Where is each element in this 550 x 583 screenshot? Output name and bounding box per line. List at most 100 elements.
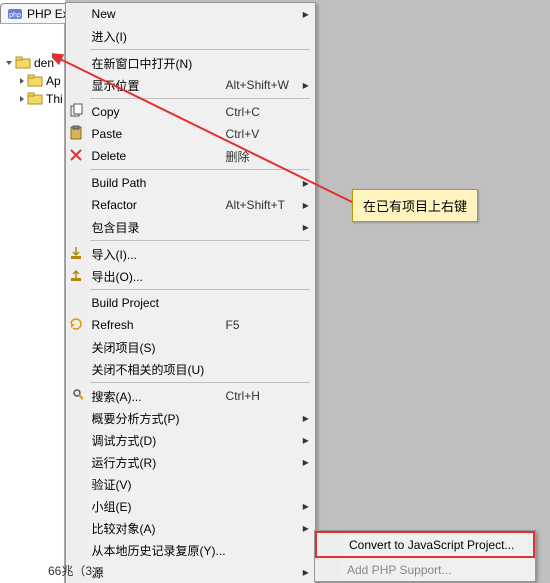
menu-item[interactable]: 小组(E) ▸ — [67, 495, 314, 517]
context-menu: New▸进入(I)在新窗口中打开(N)显示位置Alt+Shift+W▸CopyC… — [65, 2, 316, 583]
menu-item[interactable]: 在新窗口中打开(N) — [67, 52, 314, 74]
menu-icon-empty — [67, 172, 86, 194]
export-icon — [67, 265, 86, 287]
menu-item[interactable]: 进入(I) — [67, 25, 314, 47]
menu-item[interactable]: 运行方式(R)▸ — [67, 451, 314, 473]
submenu-arrow-icon — [302, 123, 314, 145]
menu-item-label: 显示位置 — [86, 74, 226, 96]
menu-icon-empty — [67, 25, 86, 47]
menu-item-shortcut — [226, 473, 302, 495]
submenu-arrow-icon: ▸ — [302, 3, 314, 25]
configure-submenu: Convert to JavaScript Project...Add PHP … — [314, 530, 536, 582]
menu-item-label: Build Project — [86, 292, 226, 314]
menu-item-shortcut — [226, 292, 302, 314]
menu-item[interactable]: PasteCtrl+V — [67, 123, 314, 145]
submenu-arrow-icon: ▸ — [302, 74, 314, 96]
menu-item[interactable]: 从本地历史记录复原(Y)... — [67, 539, 314, 561]
menu-item[interactable]: 关闭项目(S) — [67, 336, 314, 358]
menu-icon-empty — [67, 517, 86, 539]
menu-item-shortcut: Alt+Shift+T — [226, 194, 302, 216]
menu-item-label: Build Path — [86, 172, 226, 194]
submenu-arrow-icon: ▸ — [302, 429, 314, 451]
submenu-item[interactable]: Convert to JavaScript Project... — [315, 531, 535, 558]
menu-item-shortcut: Alt+Shift+W — [226, 74, 302, 96]
menu-item[interactable]: Build Path ▸ — [67, 172, 314, 194]
menu-item-shortcut — [226, 539, 302, 561]
menu-item[interactable]: 导出(O)... — [67, 265, 314, 287]
menu-item-shortcut — [226, 3, 302, 25]
submenu-arrow-icon — [302, 243, 314, 265]
menu-icon-empty — [67, 52, 86, 74]
menu-item[interactable]: 比较对象(A)▸ — [67, 517, 314, 539]
menu-item[interactable]: 关闭不相关的项目(U) — [67, 358, 314, 380]
submenu-arrow-icon: ▸ — [302, 495, 314, 517]
menu-item-label: 调试方式(D) — [86, 429, 226, 451]
svg-text:php: php — [9, 12, 21, 19]
screenshot-canvas: { "tab": {"label": "PHP Exp"}, "tree": {… — [0, 0, 550, 583]
import-icon — [67, 243, 86, 265]
submenu-arrow-icon — [302, 539, 314, 561]
submenu-arrow-icon — [302, 101, 314, 123]
menu-item[interactable]: 显示位置Alt+Shift+W▸ — [67, 74, 314, 96]
menu-item-label: 在新窗口中打开(N) — [86, 52, 226, 74]
menu-item[interactable]: 验证(V) — [67, 473, 314, 495]
expand-icon[interactable] — [20, 78, 24, 84]
menu-item[interactable]: Build Project — [67, 292, 314, 314]
menu-item[interactable]: Delete删除 — [67, 145, 314, 167]
project-tree: den Ap Thi — [6, 54, 63, 108]
menu-item[interactable]: 搜索(A)...Ctrl+H — [67, 385, 314, 407]
menu-item-label: 关闭项目(S) — [86, 336, 226, 358]
submenu-arrow-icon — [302, 385, 314, 407]
submenu-arrow-icon — [302, 336, 314, 358]
submenu-arrow-icon — [302, 25, 314, 47]
menu-item-label: 源 — [86, 561, 226, 583]
submenu-arrow-icon — [302, 358, 314, 380]
menu-item-label: Refactor — [86, 194, 226, 216]
menu-item-label: 从本地历史记录复原(Y)... — [86, 539, 226, 561]
menu-item[interactable]: CopyCtrl+C — [67, 101, 314, 123]
tree-item-label: Thi — [46, 92, 63, 106]
menu-item[interactable]: RefactorAlt+Shift+T▸ — [67, 194, 314, 216]
menu-item-shortcut — [226, 336, 302, 358]
php-icon: php — [7, 6, 23, 22]
menu-item-shortcut — [226, 243, 302, 265]
menu-item-label: New — [86, 3, 226, 25]
callout-text: 在已有项目上右键 — [363, 199, 467, 214]
menu-item-label: Delete — [86, 145, 226, 167]
tree-item[interactable]: Ap — [6, 72, 63, 90]
tree-item[interactable]: Thi — [6, 90, 63, 108]
menu-item[interactable]: 导入(I)... — [67, 243, 314, 265]
menu-item-shortcut — [226, 451, 302, 473]
menu-item[interactable]: 概要分析方式(P)▸ — [67, 407, 314, 429]
submenu-arrow-icon: ▸ — [302, 172, 314, 194]
submenu-arrow-icon — [302, 292, 314, 314]
menu-item-shortcut — [226, 172, 302, 194]
tree-item-project[interactable]: den — [6, 54, 63, 72]
menu-item[interactable]: 调试方式(D) ▸ — [67, 429, 314, 451]
submenu-arrow-icon — [302, 314, 314, 336]
menu-item-label: 导出(O)... — [86, 265, 226, 287]
menu-item-shortcut: Ctrl+V — [226, 123, 302, 145]
folder-icon — [27, 91, 43, 107]
menu-item[interactable]: New ▸ — [67, 3, 314, 25]
menu-item-label: 导入(I)... — [86, 243, 226, 265]
menu-item[interactable]: 包含目录▸ — [67, 216, 314, 238]
menu-item-shortcut: Ctrl+H — [226, 385, 302, 407]
menu-item-shortcut — [226, 517, 302, 539]
menu-item-label: 比较对象(A) — [86, 517, 226, 539]
menu-icon-empty — [67, 495, 86, 517]
expand-icon[interactable] — [20, 96, 24, 102]
paste-icon — [67, 123, 86, 145]
submenu-arrow-icon: ▸ — [302, 194, 314, 216]
menu-item-label: Copy — [86, 101, 226, 123]
refresh-icon — [67, 314, 86, 336]
menu-item[interactable]: 源▸ — [67, 561, 314, 583]
menu-icon-empty — [67, 539, 86, 561]
menu-item[interactable]: RefreshF5 — [67, 314, 314, 336]
menu-icon-empty — [67, 74, 86, 96]
expand-icon[interactable] — [6, 61, 12, 65]
menu-icon-empty — [67, 216, 86, 238]
submenu-arrow-icon: ▸ — [302, 216, 314, 238]
menu-item-label: 小组(E) — [86, 495, 226, 517]
project-folder-icon — [15, 55, 31, 71]
